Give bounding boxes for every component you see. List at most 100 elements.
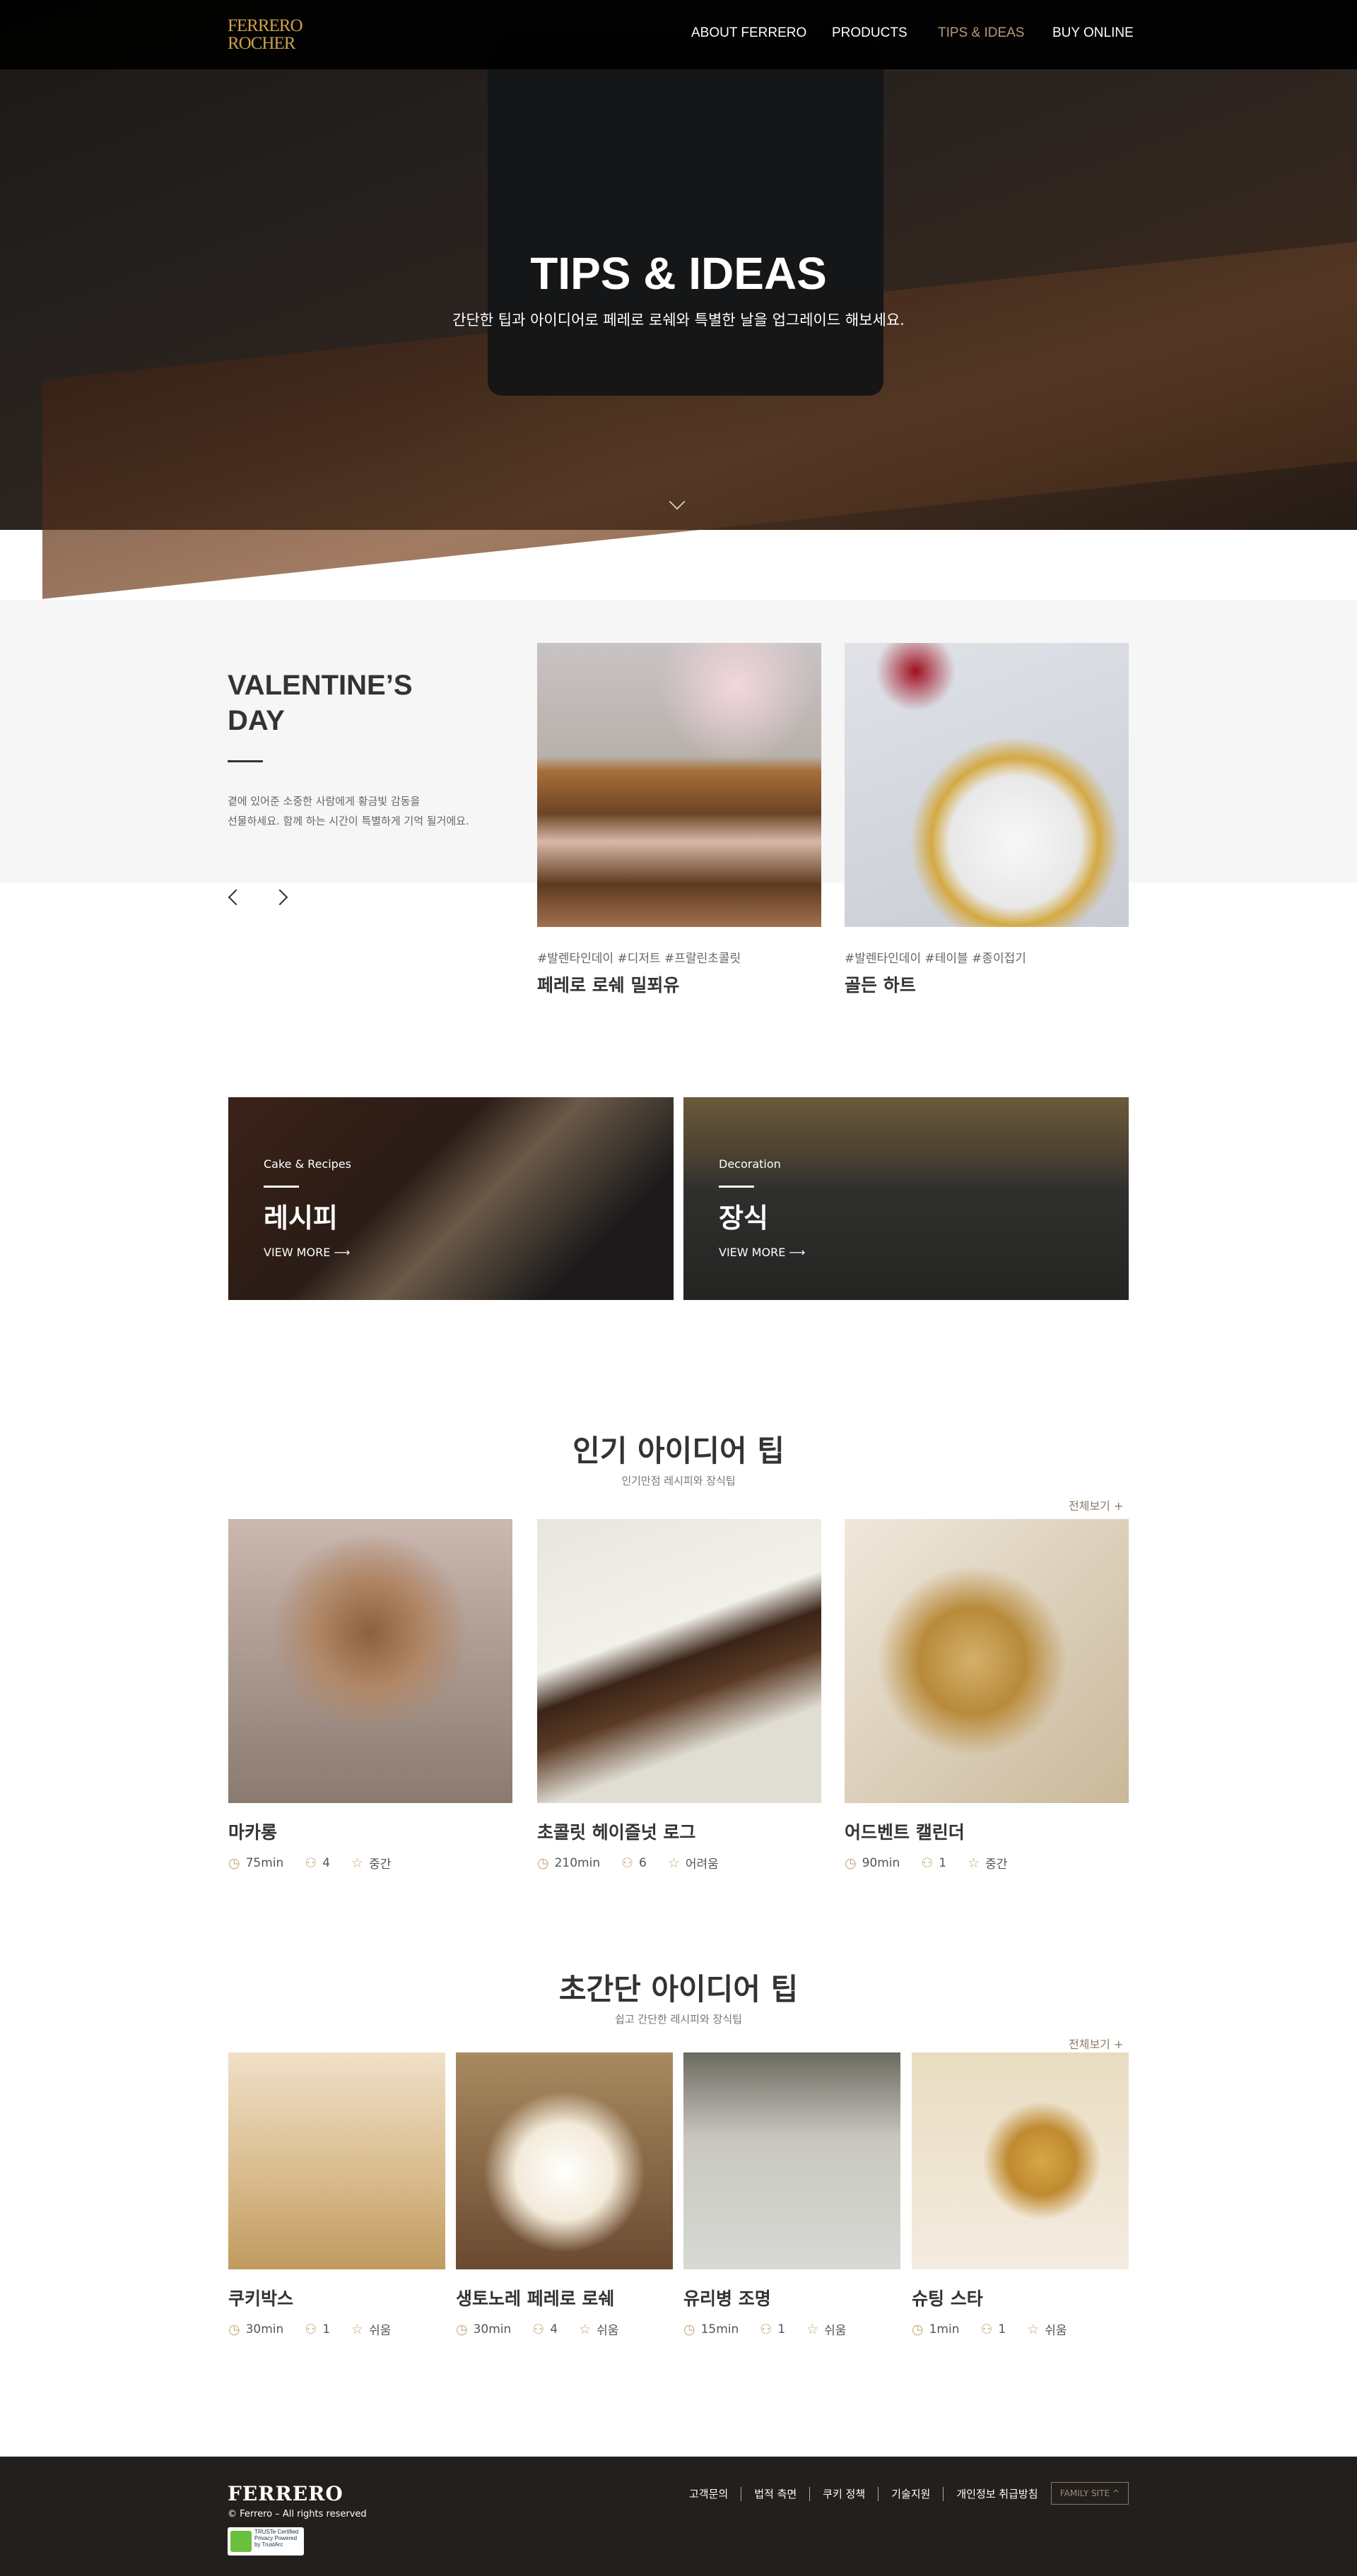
difficulty-value: 쉬움 — [824, 2324, 847, 2338]
truste-badge[interactable]: TRUSTe Certified Privacy Powered by Trus… — [228, 2527, 304, 2556]
tip-card-image[interactable] — [456, 2052, 673, 2269]
copyright: © Ferrero – All rights reserved — [228, 2509, 367, 2519]
nav-about-ferrero[interactable]: ABOUT FERRERO — [691, 25, 806, 41]
arrow-right-icon: ⟶ — [789, 1246, 806, 1259]
card-image-millefeuille[interactable] — [537, 643, 821, 927]
person-icon: ⚇ — [760, 2321, 773, 2337]
tip-card-image[interactable] — [683, 2052, 900, 2269]
person-icon: ⚇ — [305, 2321, 317, 2337]
person-icon: ⚇ — [921, 1855, 934, 1871]
star-icon: ☆ — [806, 2321, 819, 2337]
featured-description: 곁에 있어준 소중한 사람에게 황금빛 감동을 선물하세요. 함께 하는 시간이 … — [228, 791, 524, 831]
hero-subtitle: 간단한 팁과 아이디어로 페레로 로쉐와 특별한 날을 업그레이드 해보세요. — [452, 312, 905, 329]
tip-card-title[interactable]: 유리병 조명 — [683, 2285, 771, 2310]
view-all-label: 전체보기 — [1069, 1499, 1110, 1513]
family-site-label: FAMILY SITE — [1059, 2488, 1110, 2498]
servings: ⚇ 4 — [532, 2322, 558, 2337]
tip-card-meta: ◷ 90min ⚇ 1 ☆ 중간 — [845, 1854, 1007, 1872]
view-more-link[interactable]: VIEW MORE ⟶ — [719, 1246, 805, 1259]
person-icon: ⚇ — [621, 1855, 634, 1871]
tip-card-image[interactable] — [537, 1519, 821, 1803]
footer-link[interactable]: 기술지원 — [891, 2486, 930, 2501]
card-title[interactable]: 골든 하트 — [845, 971, 916, 997]
view-more-link[interactable]: VIEW MORE ⟶ — [264, 1246, 350, 1259]
card-image-golden-heart[interactable] — [845, 643, 1129, 927]
featured-title: VALENTINE’S DAY — [228, 668, 413, 738]
clock-icon: ◷ — [683, 2321, 695, 2337]
difficulty-value: 중간 — [369, 1857, 392, 1872]
time-value: 30min — [473, 2322, 512, 2336]
footer-link[interactable]: 고객문의 — [689, 2486, 728, 2501]
servings: ⚇ 1 — [305, 2322, 330, 2337]
tip-card-meta: ◷ 30min ⚇ 4 ☆ 쉬움 — [456, 2320, 618, 2339]
star-icon: ☆ — [667, 1855, 680, 1871]
category-eng-label: Cake & Recipes — [264, 1157, 351, 1171]
difficulty: ☆ 중간 — [351, 1854, 391, 1872]
tip-card-title[interactable]: 어드벤트 캘린더 — [845, 1819, 965, 1844]
truste-badge-text: TRUSTe Certified Privacy Powered by Trus… — [254, 2529, 299, 2548]
ferrero-logo[interactable]: FERRERO — [228, 2482, 343, 2505]
featured-title-line1: VALENTINE’S — [228, 670, 413, 701]
category-card-recipes[interactable]: Cake & Recipes 레시피 VIEW MORE ⟶ — [228, 1097, 674, 1300]
footer-link[interactable]: 법적 측면 — [754, 2486, 797, 2501]
tip-card-meta: ◷ 1min ⚇ 1 ☆ 쉬움 — [912, 2320, 1067, 2339]
popular-title: 인기 아이디어 팁 — [572, 1434, 785, 1468]
servings: ⚇ 1 — [980, 2322, 1006, 2337]
tip-card-title[interactable]: 생토노레 페레로 로쉐 — [456, 2285, 614, 2310]
quick-title: 초간단 아이디어 팁 — [558, 1972, 799, 2007]
card-title[interactable]: 페레로 로쉐 밀푀유 — [537, 971, 679, 997]
prev-arrow-icon[interactable] — [228, 889, 245, 906]
footer-link[interactable]: 쿠키 정책 — [823, 2486, 865, 2501]
nav-products[interactable]: PRODUCTS — [832, 25, 907, 41]
tip-card-image[interactable] — [845, 1519, 1129, 1803]
tip-card-title[interactable]: 초콜릿 헤이즐넛 로그 — [537, 1819, 695, 1844]
plus-icon: + — [1113, 1499, 1124, 1513]
tip-card-title[interactable]: 쿠키박스 — [228, 2285, 293, 2310]
category-title: 장식 — [719, 1203, 768, 1234]
desc-line2: 선물하세요. 함께 하는 시간이 특별하게 기억 될거에요. — [228, 815, 469, 827]
family-site-select[interactable]: FAMILY SITE ^ — [1051, 2482, 1129, 2505]
view-more-label: VIEW MORE — [264, 1246, 331, 1259]
header: FERRERO ROCHER ABOUT FERRERO PRODUCTS TIP… — [0, 0, 1357, 69]
star-icon: ☆ — [351, 2321, 364, 2337]
servings-value: 4 — [322, 1855, 331, 1870]
clock-icon: ◷ — [845, 1855, 857, 1871]
servings-value: 1 — [322, 2322, 331, 2336]
difficulty-value: 쉬움 — [369, 2324, 392, 2338]
servings-value: 1 — [939, 1855, 947, 1870]
nav-tips-ideas[interactable]: TIPS & IDEAS — [938, 25, 1024, 41]
truste-logo-icon — [230, 2531, 252, 2552]
featured-title-line2: DAY — [228, 705, 285, 736]
star-icon: ☆ — [579, 2321, 592, 2337]
star-icon: ☆ — [968, 1855, 980, 1871]
category-title: 레시피 — [264, 1203, 338, 1234]
tip-card-title[interactable]: 마카롱 — [228, 1819, 277, 1844]
ferrero-rocher-logo[interactable]: FERRERO ROCHER — [228, 17, 303, 52]
footer: FERRERO © Ferrero – All rights reserved … — [0, 2457, 1357, 2576]
time: ◷ 75min — [228, 1855, 283, 1871]
person-icon: ⚇ — [305, 1855, 317, 1871]
link-separator — [809, 2486, 811, 2501]
clock-icon: ◷ — [912, 2321, 924, 2337]
tip-card-image[interactable] — [912, 2052, 1129, 2269]
tip-card-meta: ◷ 30min ⚇ 1 ☆ 쉬움 — [228, 2320, 392, 2339]
popular-subtitle: 인기만점 레시피와 장식팁 — [621, 1475, 736, 1487]
tip-card-meta: ◷ 15min ⚇ 1 ☆ 쉬움 — [683, 2320, 847, 2339]
tip-card-image[interactable] — [228, 1519, 512, 1803]
quick-view-all[interactable]: 전체보기 + — [1069, 2035, 1123, 2052]
nav-buy-online[interactable]: BUY ONLINE — [1052, 25, 1134, 41]
footer-link[interactable]: 개인정보 취급방침 — [956, 2486, 1038, 2501]
divider — [228, 760, 263, 762]
clock-icon: ◷ — [537, 1855, 549, 1871]
link-separator — [878, 2486, 879, 2501]
tip-card-image[interactable] — [228, 2052, 445, 2269]
view-more-label: VIEW MORE — [719, 1246, 786, 1259]
category-card-decoration[interactable]: Decoration 장식 VIEW MORE ⟶ — [683, 1097, 1129, 1300]
arrow-right-icon: ⟶ — [334, 1246, 351, 1259]
tip-card-title[interactable]: 슈팅 스타 — [912, 2285, 983, 2310]
time: ◷ 90min — [845, 1855, 900, 1871]
servings: ⚇ 4 — [305, 1855, 330, 1871]
popular-view-all[interactable]: 전체보기 + — [1069, 1496, 1123, 1513]
category-eng-label: Decoration — [719, 1157, 781, 1171]
next-arrow-icon[interactable] — [271, 889, 288, 906]
